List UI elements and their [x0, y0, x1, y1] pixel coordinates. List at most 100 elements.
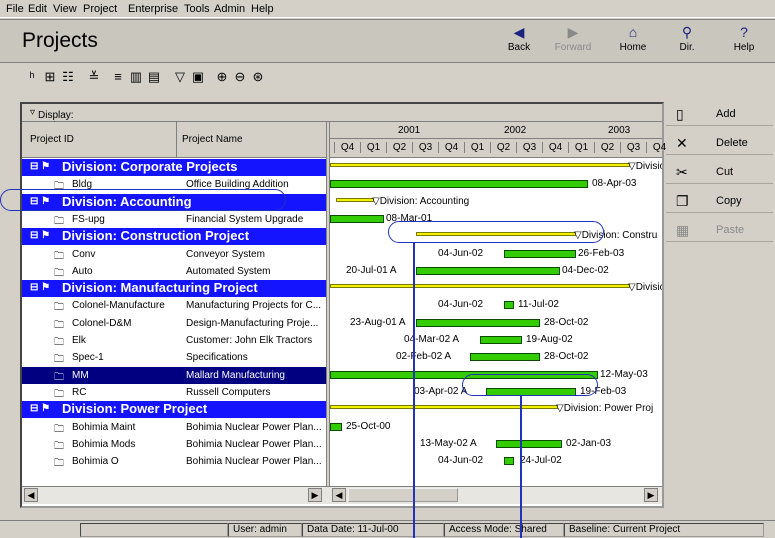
expand-tree-icon[interactable]: ʰ — [24, 69, 40, 85]
table-icon[interactable]: ▤ — [146, 69, 162, 85]
menu-project[interactable]: Project — [83, 3, 117, 15]
back-label: Back — [507, 42, 531, 53]
paste-icon: ▦ — [676, 222, 690, 238]
project-bar[interactable] — [480, 336, 522, 344]
zoom-in-icon[interactable]: ⊕ — [214, 69, 230, 85]
hierarchy-icon[interactable]: ☷ — [60, 69, 76, 85]
menu-file[interactable]: File — [6, 3, 24, 15]
start-date-label: 04-Jun-02 — [438, 455, 484, 467]
directory-icon: ⚲ — [681, 24, 693, 40]
home-button[interactable]: ⌂ Home — [610, 24, 656, 60]
scissors-icon: ✂ — [676, 164, 688, 180]
project-bar[interactable] — [416, 266, 560, 275]
end-date-label: 24-Jul-02 — [520, 455, 562, 467]
menu-admin[interactable]: Admin — [214, 3, 245, 15]
project-bar[interactable] — [496, 439, 562, 448]
project-bar[interactable] — [416, 318, 540, 327]
home-icon: ⌂ — [628, 24, 638, 40]
division-gantt-label: ▽Division: Power Proj — [556, 403, 654, 415]
horizontal-scrollbar[interactable]: ◀ ▶ ◀ ▶ — [22, 486, 662, 504]
division-gantt-label: ▽Division: Corp — [628, 161, 662, 172]
end-date-label: 25-Oct-00 — [346, 420, 391, 432]
start-date-label: 04-Jun-02 — [438, 247, 484, 259]
end-date-label: 02-Jan-03 — [566, 437, 612, 449]
scroll-right-icon[interactable]: ▶ — [308, 488, 322, 502]
project-bar[interactable] — [330, 214, 384, 223]
zoom-out-icon[interactable]: ⊖ — [232, 69, 248, 85]
paste-label: Paste — [716, 224, 745, 236]
projects-panel: ▿ Display: Projects Project ID Project N… — [20, 102, 666, 508]
end-date-label: 28-Oct-02 — [544, 316, 589, 328]
menu-tools[interactable]: Tools — [184, 3, 210, 15]
paste-button[interactable]: ▦ Paste — [666, 218, 773, 242]
menu-bar: File Edit View Project Enterprise Tools … — [0, 0, 775, 18]
sort-icon[interactable]: ≚ — [86, 69, 102, 85]
action-sidebar: ▯ Add ✕ Delete ✂ Cut ❐ Copy ▦ Paste — [666, 102, 773, 262]
menu-view[interactable]: View — [53, 3, 77, 15]
annotation-ellipse — [0, 189, 286, 211]
forward-label: Forward — [554, 42, 592, 53]
cut-label: Cut — [716, 166, 734, 178]
zoom-fit-icon[interactable]: ⊛ — [250, 69, 266, 85]
copy-icon: ❐ — [676, 193, 689, 209]
header-bar: Projects ◀ Back ▶ Forward ⌂ Home ⚲ Dir. … — [0, 19, 775, 63]
start-date-label: 13-May-02 A — [420, 437, 477, 449]
annotation-ellipse — [462, 374, 598, 396]
directory-button[interactable]: ⚲ Dir. — [664, 24, 710, 60]
columns-icon[interactable]: ≡ — [110, 69, 126, 85]
status-access-mode: Access Mode: Shared — [444, 523, 564, 537]
division-gantt-label: ▽Division: Ma — [628, 282, 662, 294]
division-summary-bar — [330, 405, 558, 410]
start-date-label: 23-Aug-01 A — [350, 316, 406, 328]
copy-label: Copy — [716, 195, 742, 207]
annotation-ellipse — [388, 221, 604, 243]
project-bar[interactable] — [504, 249, 576, 258]
add-label: Add — [716, 108, 736, 120]
project-bar[interactable] — [504, 457, 514, 466]
start-date-label: 20-Jul-01 A — [346, 264, 397, 276]
delete-button[interactable]: ✕ Delete — [666, 131, 773, 155]
end-date-label: 26-Feb-03 — [578, 247, 625, 259]
start-date-label: 02-Feb-02 A — [396, 351, 452, 363]
status-baseline: Baseline: Current Project — [564, 523, 764, 537]
back-button[interactable]: ◀ Back — [496, 24, 542, 60]
division-summary-bar — [330, 284, 630, 289]
menu-help[interactable]: Help — [251, 3, 274, 15]
scroll-left-icon[interactable]: ◀ — [24, 488, 38, 502]
toolbar: ʰ ⊞ ☷ ≚ ≡ ▥ ▤ ▽ ▣ ⊕ ⊖ ⊛ — [0, 64, 775, 90]
home-label: Home — [619, 42, 647, 53]
scroll-thumb[interactable] — [348, 488, 458, 502]
tree-view-icon[interactable]: ⊞ — [42, 69, 58, 85]
scroll-right-icon[interactable]: ▶ — [644, 488, 658, 502]
project-bar[interactable] — [330, 180, 588, 189]
bar-chart-icon[interactable]: ▥ — [128, 69, 144, 85]
help-button[interactable]: ? Help — [721, 24, 767, 60]
cut-button[interactable]: ✂ Cut — [666, 160, 773, 184]
project-bar[interactable] — [504, 301, 514, 310]
layout-icon[interactable]: ▣ — [190, 69, 206, 85]
add-document-icon: ▯ — [676, 106, 684, 122]
annotation-line — [413, 243, 415, 538]
forward-button[interactable]: ▶ Forward — [550, 24, 596, 60]
annotation-line — [520, 396, 522, 538]
menu-edit[interactable]: Edit — [28, 3, 47, 15]
back-arrow-icon: ◀ — [513, 24, 525, 40]
end-date-label: 28-Oct-02 — [544, 351, 589, 363]
menu-enterprise[interactable]: Enterprise — [128, 3, 178, 15]
end-date-label: 12-May-03 — [600, 368, 648, 380]
directory-label: Dir. — [679, 42, 695, 53]
delete-x-icon: ✕ — [676, 135, 688, 151]
end-date-label: 08-Apr-03 — [592, 178, 637, 190]
division-summary-bar — [336, 197, 374, 202]
status-empty — [80, 523, 228, 537]
delete-label: Delete — [716, 137, 748, 149]
add-button[interactable]: ▯ Add — [666, 102, 773, 126]
copy-button[interactable]: ❐ Copy — [666, 189, 773, 213]
start-date-label: 04-Jun-02 — [438, 299, 484, 311]
status-bar: User: admin Data Date: 11-Jul-00 Access … — [0, 520, 775, 538]
project-bar[interactable] — [470, 353, 540, 362]
scroll-left-icon[interactable]: ◀ — [332, 488, 346, 502]
project-bar[interactable] — [330, 422, 342, 431]
end-date-label: 19-Aug-02 — [526, 334, 573, 345]
filter-icon[interactable]: ▽ — [172, 69, 188, 85]
